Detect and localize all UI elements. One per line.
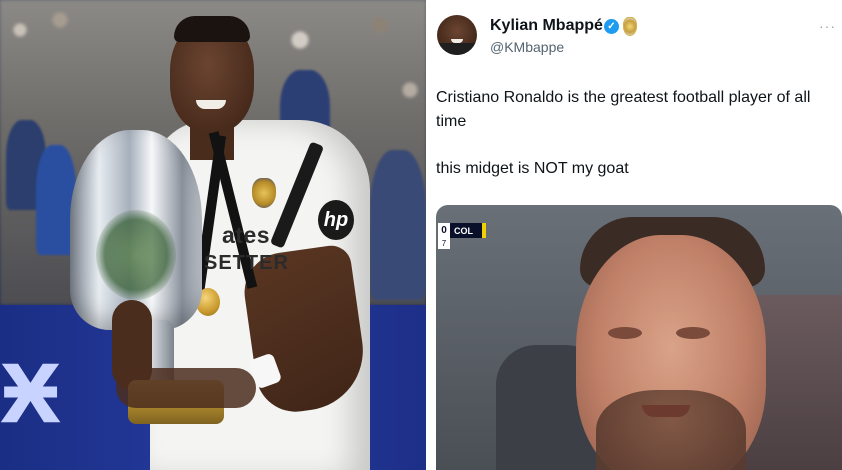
user-handle[interactable]: @KMbappe	[490, 39, 564, 55]
left-eye	[608, 327, 642, 339]
hp-logo: hp	[318, 200, 354, 240]
verified-check-icon: ✓	[604, 19, 619, 34]
beard	[596, 390, 746, 470]
profile-avatar[interactable]	[437, 15, 477, 55]
scorebug-score: 0	[438, 223, 450, 238]
right-eye	[676, 327, 710, 339]
club-badge-icon	[623, 17, 637, 36]
avatar-shirt	[437, 43, 477, 55]
crowd-person	[370, 150, 426, 300]
mbappe-trophy-photo: ӿ ates SETTER hp	[0, 0, 426, 470]
tweet-text-line1: Cristiano Ronaldo is the greatest footba…	[436, 89, 811, 130]
mouth	[642, 405, 690, 417]
display-name[interactable]: Kylian Mbappé	[490, 17, 603, 35]
club-crest	[252, 178, 276, 208]
shirt-sponsor-line2: SETTER	[204, 252, 289, 274]
trophy-reflection	[96, 210, 176, 300]
board-glyph: ӿ	[0, 323, 62, 446]
tweet-text-line2: this midget is NOT my goat	[436, 160, 629, 177]
scorebug-team: COL	[454, 225, 473, 236]
tweet-media-image[interactable]: 0 COL 7	[436, 205, 842, 470]
player-hair	[174, 16, 250, 42]
scorebug-sub: 7	[438, 238, 450, 249]
shirt-sponsor-line1: ates	[222, 222, 271, 248]
player-smile	[196, 100, 226, 109]
tweet-card[interactable]: Kylian Mbappé ✓ @KMbappe ··· Cristiano R…	[426, 0, 842, 470]
tv-scorebug: 0 COL	[438, 223, 486, 238]
more-options-icon[interactable]: ···	[819, 18, 836, 34]
player-hands	[116, 368, 256, 408]
scorebug-accent	[482, 223, 486, 238]
